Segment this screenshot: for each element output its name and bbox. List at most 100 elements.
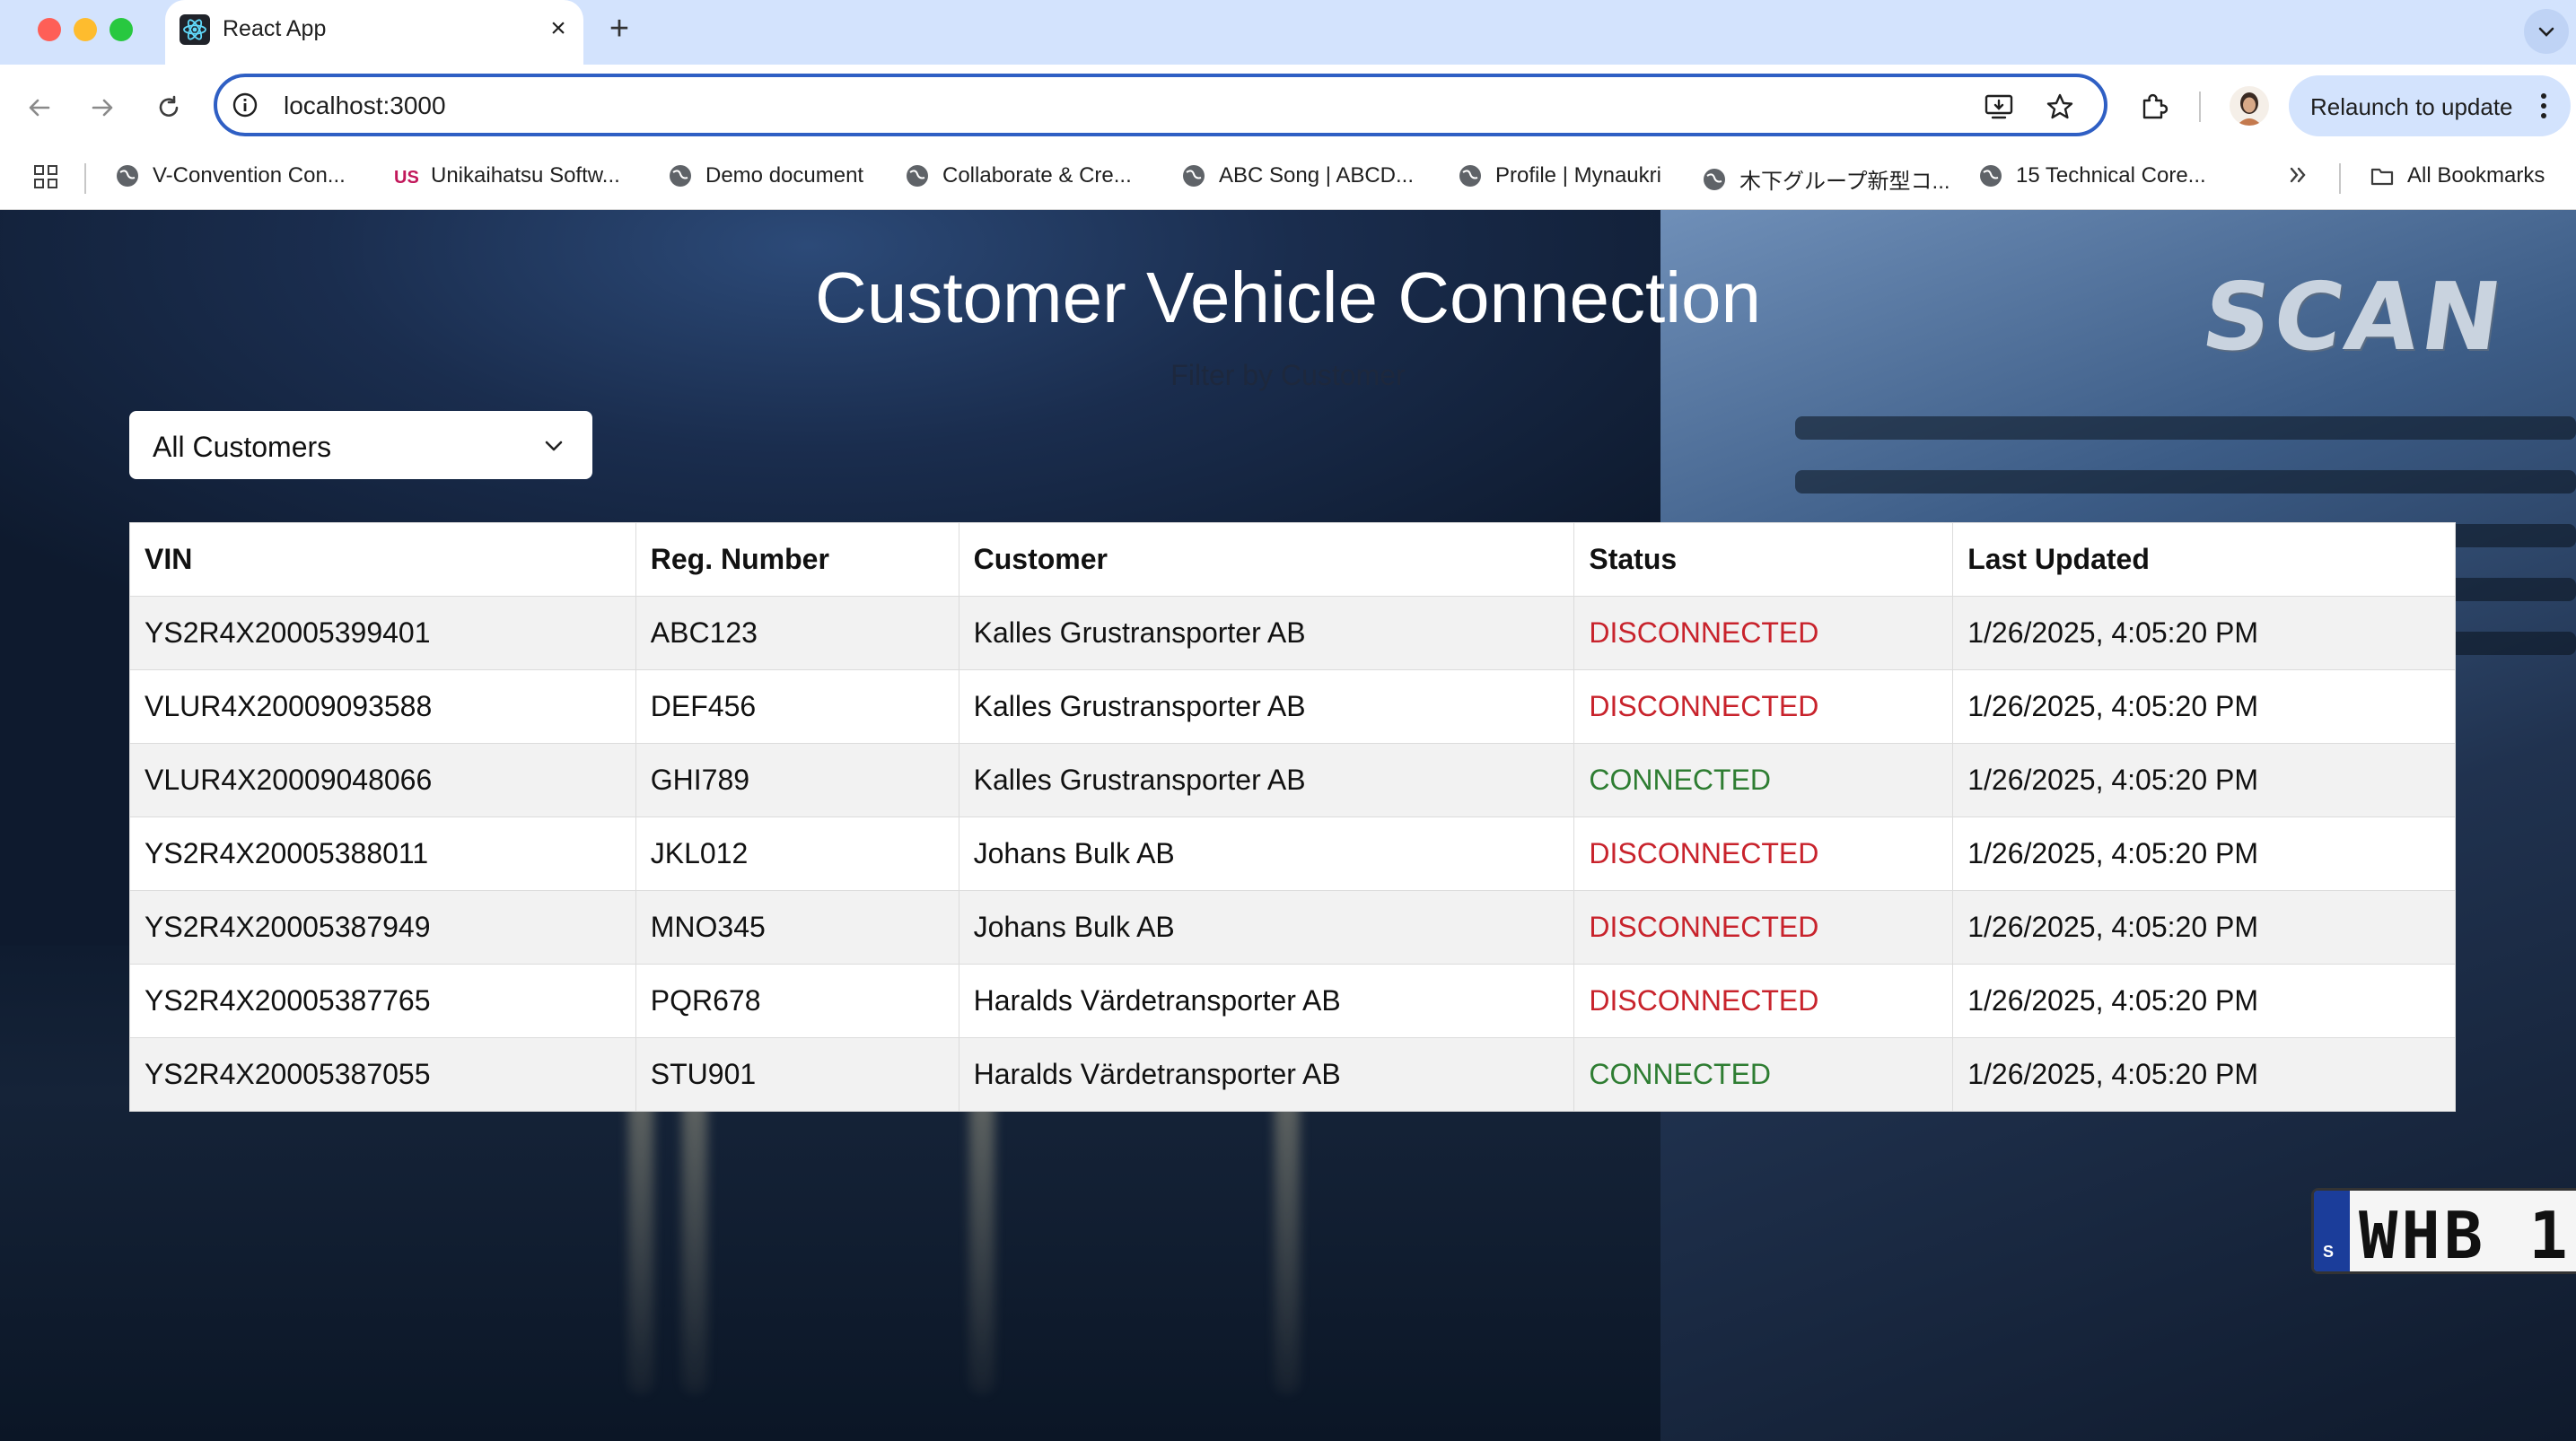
vehicle-table: VIN Reg. Number Customer Status Last Upd…: [129, 522, 2456, 1112]
cell-last-updated: 1/26/2025, 4:05:20 PM: [1952, 1037, 2456, 1112]
globe-icon: [670, 165, 691, 187]
table-row: YS2R4X20005387055 STU901 Haralds Värdetr…: [129, 1037, 2456, 1112]
globe-icon: [1459, 165, 1481, 187]
cell-last-updated: 1/26/2025, 4:05:20 PM: [1952, 743, 2456, 817]
more-vertical-icon: [2541, 93, 2546, 118]
status-cell: DISCONNECTED: [1573, 890, 1954, 965]
bookmark-star-icon[interactable]: [2043, 90, 2077, 124]
cell-customer: Kalles Grustransporter AB: [958, 669, 1575, 744]
svg-text:US: US: [394, 168, 418, 188]
bookmark-label: V-Convention Con...: [153, 163, 346, 188]
cell-customer: Kalles Grustransporter AB: [958, 743, 1575, 817]
bookmark-item[interactable]: ABC Song | ABCD...: [1181, 163, 1414, 188]
cell-vin: YS2R4X20005387055: [129, 1037, 636, 1112]
status-cell: DISCONNECTED: [1573, 817, 1954, 891]
cell-customer: Haralds Värdetransporter AB: [958, 1037, 1575, 1112]
window-minimize-button[interactable]: [74, 18, 97, 41]
window-close-button[interactable]: [38, 18, 61, 41]
bookmark-item[interactable]: US Unikaihatsu Softw...: [393, 163, 620, 188]
cell-reg-number: GHI789: [635, 743, 959, 817]
globe-icon: [1704, 168, 1725, 190]
all-bookmarks-button[interactable]: All Bookmarks: [2370, 163, 2545, 188]
cell-last-updated: 1/26/2025, 4:05:20 PM: [1952, 890, 2456, 965]
all-bookmarks-label: All Bookmarks: [2407, 163, 2545, 188]
cell-reg-number: ABC123: [635, 596, 959, 670]
bookmark-label: Profile | Mynaukri: [1495, 163, 1661, 188]
globe-icon: [907, 165, 928, 187]
bookmark-item[interactable]: V-Convention Con...: [115, 163, 346, 188]
puzzle-icon: [2142, 93, 2169, 119]
bookmark-label: Collaborate & Cre...: [942, 163, 1132, 188]
address-bar[interactable]: localhost:3000: [214, 74, 2107, 136]
globe-icon: [1980, 165, 2002, 187]
cell-vin: VLUR4X20009048066: [129, 743, 636, 817]
cell-customer: Kalles Grustransporter AB: [958, 596, 1575, 670]
apps-button[interactable]: [32, 163, 59, 190]
cell-vin: YS2R4X20005387765: [129, 964, 636, 1038]
cell-customer: Johans Bulk AB: [958, 817, 1575, 891]
apps-grid-icon: [34, 165, 57, 188]
url-text[interactable]: localhost:3000: [284, 92, 446, 120]
cell-reg-number: STU901: [635, 1037, 959, 1112]
new-tab-button[interactable]: +: [600, 9, 639, 48]
arrow-right-icon: [92, 99, 113, 117]
truck-grille-bar: [1795, 470, 2576, 493]
browser-toolbar: localhost:3000 Relaunch to update V-Conv…: [0, 65, 2576, 210]
bookmark-label: 木下グループ新型コ...: [1739, 170, 1950, 194]
status-cell: DISCONNECTED: [1573, 669, 1954, 744]
bookmark-item[interactable]: Collaborate & Cre...: [905, 163, 1132, 188]
reload-icon: [159, 95, 179, 117]
customer-filter-select[interactable]: All Customers: [129, 411, 592, 479]
globe-icon: [117, 165, 138, 187]
install-app-icon[interactable]: [1982, 90, 2016, 124]
table-row: YS2R4X20005387949 MNO345 Johans Bulk AB …: [129, 890, 2456, 965]
plate-number: WHB 1: [2359, 1198, 2572, 1273]
page-viewport: SCAN S WHB 1 Customer Vehicle Connection…: [0, 210, 2576, 1441]
tab-close-icon[interactable]: ×: [540, 11, 576, 47]
cell-customer: Johans Bulk AB: [958, 890, 1575, 965]
forward-button[interactable]: [81, 86, 124, 129]
relaunch-label: Relaunch to update: [2310, 93, 2513, 120]
reload-button[interactable]: [147, 86, 190, 129]
profile-avatar[interactable]: [2230, 86, 2269, 126]
more-bookmarks-button[interactable]: [2287, 163, 2310, 187]
cell-reg-number: JKL012: [635, 817, 959, 891]
column-header-status: Status: [1573, 522, 1954, 597]
table-header-row: VIN Reg. Number Customer Status Last Upd…: [129, 522, 2456, 597]
site-info-icon[interactable]: [230, 90, 260, 120]
page-title: Customer Vehicle Connection: [815, 258, 1761, 337]
tab-title: React App: [223, 16, 327, 41]
double-chevron-right-icon: [2290, 167, 2306, 183]
table-row: YS2R4X20005388011 JKL012 Johans Bulk AB …: [129, 817, 2456, 891]
cell-reg-number: PQR678: [635, 964, 959, 1038]
chevron-down-icon: [2538, 27, 2554, 37]
bookmark-item[interactable]: Demo document: [668, 163, 863, 188]
bookmarks-divider: [84, 163, 86, 194]
filter-label: Filter by Customer: [1170, 359, 1406, 391]
relaunch-to-update-button[interactable]: Relaunch to update: [2289, 75, 2571, 136]
status-cell: CONNECTED: [1573, 743, 1954, 817]
status-cell: DISCONNECTED: [1573, 964, 1954, 1038]
browser-tab-active[interactable]: React App ×: [165, 0, 583, 65]
globe-icon: [1183, 165, 1205, 187]
cell-last-updated: 1/26/2025, 4:05:20 PM: [1952, 596, 2456, 670]
cell-reg-number: DEF456: [635, 669, 959, 744]
back-button[interactable]: [18, 86, 61, 129]
bookmark-label: Unikaihatsu Softw...: [431, 163, 620, 188]
cell-last-updated: 1/26/2025, 4:05:20 PM: [1952, 817, 2456, 891]
bookmark-item[interactable]: 15 Technical Core...: [1978, 163, 2206, 188]
profile-picture-icon: [2237, 92, 2262, 126]
tab-search-button[interactable]: [2524, 9, 2569, 54]
status-cell: DISCONNECTED: [1573, 596, 1954, 670]
us-logo-icon: US: [394, 168, 418, 188]
plate-country-code: S: [2323, 1243, 2335, 1261]
cell-vin: YS2R4X20005387949: [129, 890, 636, 965]
bookmark-item[interactable]: Profile | Mynaukri: [1458, 163, 1661, 188]
window-maximize-button[interactable]: [110, 18, 133, 41]
cell-vin: YS2R4X20005399401: [129, 596, 636, 670]
bookmark-label: ABC Song | ABCD...: [1219, 163, 1414, 188]
arrow-left-icon: [29, 99, 50, 117]
bookmark-item[interactable]: 木下グループ新型コ...: [1702, 163, 1950, 195]
extensions-button[interactable]: [2133, 84, 2176, 127]
cell-last-updated: 1/26/2025, 4:05:20 PM: [1952, 964, 2456, 1038]
